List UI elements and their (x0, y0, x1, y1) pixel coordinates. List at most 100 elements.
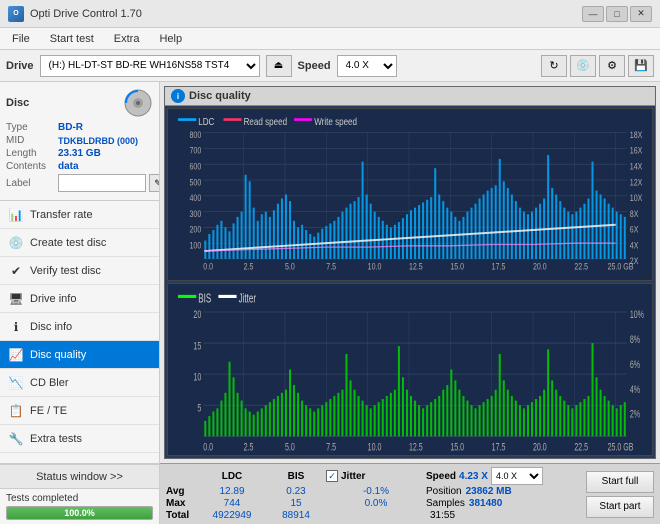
sidebar-item-drive-info[interactable]: 🖥 Drive info (0, 285, 159, 313)
max-jitter: 0.0% (326, 498, 426, 509)
speed-selector[interactable]: 4.0 X (337, 55, 397, 77)
cd-bler-icon: 📉 (8, 375, 24, 391)
progress-bar-fill: 100.0% (7, 507, 152, 519)
svg-text:LDC: LDC (198, 116, 214, 127)
svg-text:100: 100 (190, 241, 202, 251)
disc-quality-icon: 📈 (8, 347, 24, 363)
sidebar-item-transfer-rate[interactable]: 📊 Transfer rate (0, 201, 159, 229)
progress-bar-container: 100.0% (6, 506, 153, 520)
svg-text:7.5: 7.5 (326, 262, 336, 272)
svg-text:Read speed: Read speed (244, 116, 287, 127)
quality-title: Disc quality (189, 90, 251, 102)
quality-panel: i Disc quality LDC Read (164, 86, 656, 459)
disc-label-input[interactable] (58, 174, 146, 192)
sidebar-item-fe-te[interactable]: 📋 FE / TE (0, 397, 159, 425)
disc-button[interactable]: 💿 (570, 55, 596, 77)
label-label: Label (6, 178, 58, 189)
disc-info-header: Disc (6, 88, 153, 118)
svg-text:10.0: 10.0 (368, 262, 382, 272)
svg-text:8%: 8% (630, 334, 640, 346)
svg-text:2.5: 2.5 (244, 441, 254, 453)
disc-section-title: Disc (6, 97, 29, 109)
progress-area: Tests completed 100.0% (0, 488, 159, 524)
save-button[interactable]: 💾 (628, 55, 654, 77)
transfer-rate-icon: 📊 (8, 207, 24, 223)
chart2-wrapper: BIS Jitter (167, 283, 653, 456)
svg-text:0.0: 0.0 (203, 441, 213, 453)
svg-text:6X: 6X (630, 225, 639, 235)
disc-label-row: Label ✎ (6, 174, 153, 192)
svg-text:4%: 4% (630, 383, 640, 395)
sidebar-item-extra-tests[interactable]: 🔧 Extra tests (0, 425, 159, 453)
disc-info-label: Disc info (30, 321, 72, 333)
samples-val: 381480 (469, 498, 502, 509)
sidebar-item-disc-quality[interactable]: 📈 Disc quality (0, 341, 159, 369)
speed-stat-val: 4.23 X (459, 471, 488, 482)
maximize-button[interactable]: □ (606, 6, 628, 22)
svg-text:800: 800 (190, 130, 202, 140)
speed-stat-select[interactable]: 4.0 X (491, 467, 543, 485)
svg-text:22.5: 22.5 (574, 262, 588, 272)
create-test-label: Create test disc (30, 237, 106, 249)
position-group: Position 23862 MB (426, 486, 512, 497)
length-label: Length (6, 148, 58, 159)
total-ldc: 4922949 (198, 510, 266, 521)
drive-selector[interactable]: (H:) HL-DT-ST BD-RE WH16NS58 TST4 (40, 55, 260, 77)
refresh-button[interactable]: ↻ (541, 55, 567, 77)
drive-info-label: Drive info (30, 293, 76, 305)
menu-start-test[interactable]: Start test (42, 31, 102, 47)
svg-text:12.5: 12.5 (409, 441, 423, 453)
contents-value: data (58, 161, 79, 172)
jitter-checkbox[interactable]: ✓ (326, 470, 338, 482)
stats-avg-row: Avg 12.89 0.23 -0.1% Position 23862 MB (166, 486, 578, 497)
samples-group: Samples 381480 (426, 498, 502, 509)
start-full-button[interactable]: Start full (586, 471, 654, 493)
sidebar-item-cd-bler[interactable]: 📉 CD Bler (0, 369, 159, 397)
svg-text:10.0: 10.0 (368, 441, 382, 453)
svg-text:7.5: 7.5 (326, 441, 336, 453)
drive-bar: Drive (H:) HL-DT-ST BD-RE WH16NS58 TST4 … (0, 50, 660, 82)
max-ldc: 744 (198, 498, 266, 509)
eject-button[interactable]: ⏏ (266, 55, 292, 77)
type-label: Type (6, 122, 58, 133)
svg-text:12X: 12X (630, 177, 643, 187)
status-window-button[interactable]: Status window >> (0, 464, 159, 488)
status-text: Tests completed (6, 493, 153, 504)
sidebar-item-disc-info[interactable]: ℹ Disc info (0, 313, 159, 341)
settings-button[interactable]: ⚙ (599, 55, 625, 77)
speed-header-group: Speed 4.23 X 4.0 X (426, 467, 543, 485)
position-label: Position (426, 486, 462, 497)
svg-text:4X: 4X (630, 241, 639, 251)
minimize-button[interactable]: — (582, 6, 604, 22)
svg-text:200: 200 (190, 225, 202, 235)
svg-text:400: 400 (190, 193, 202, 203)
svg-text:Write speed: Write speed (314, 116, 357, 127)
disc-icon (123, 88, 153, 118)
total-bis: 88914 (266, 510, 326, 521)
close-button[interactable]: ✕ (630, 6, 652, 22)
sidebar-item-create-test-disc[interactable]: 💿 Create test disc (0, 229, 159, 257)
title-bar: O Opti Drive Control 1.70 — □ ✕ (0, 0, 660, 28)
sidebar-item-verify-test-disc[interactable]: ✔ Verify test disc (0, 257, 159, 285)
start-part-button[interactable]: Start part (586, 496, 654, 518)
quality-header: i Disc quality (165, 87, 655, 106)
disc-contents-row: Contents data (6, 161, 153, 172)
label-edit-button[interactable]: ✎ (149, 174, 160, 192)
stats-bis-header: BIS (266, 471, 326, 482)
action-buttons: Start full Start part (586, 471, 654, 518)
disc-type-row: Type BD-R (6, 122, 153, 133)
menu-help[interactable]: Help (151, 31, 190, 47)
menu-file[interactable]: File (4, 31, 38, 47)
verify-test-icon: ✔ (8, 263, 24, 279)
window-controls: — □ ✕ (582, 6, 652, 22)
progress-text: 100.0% (64, 508, 95, 518)
menu-extra[interactable]: Extra (106, 31, 148, 47)
content-area: i Disc quality LDC Read (160, 82, 660, 524)
svg-text:5.0: 5.0 (285, 441, 295, 453)
total-label: Total (166, 510, 198, 521)
svg-text:500: 500 (190, 177, 202, 187)
speed-stat-label: Speed (426, 471, 456, 482)
svg-text:14X: 14X (630, 162, 643, 172)
speed-label: Speed (298, 60, 331, 72)
max-bis: 15 (266, 498, 326, 509)
